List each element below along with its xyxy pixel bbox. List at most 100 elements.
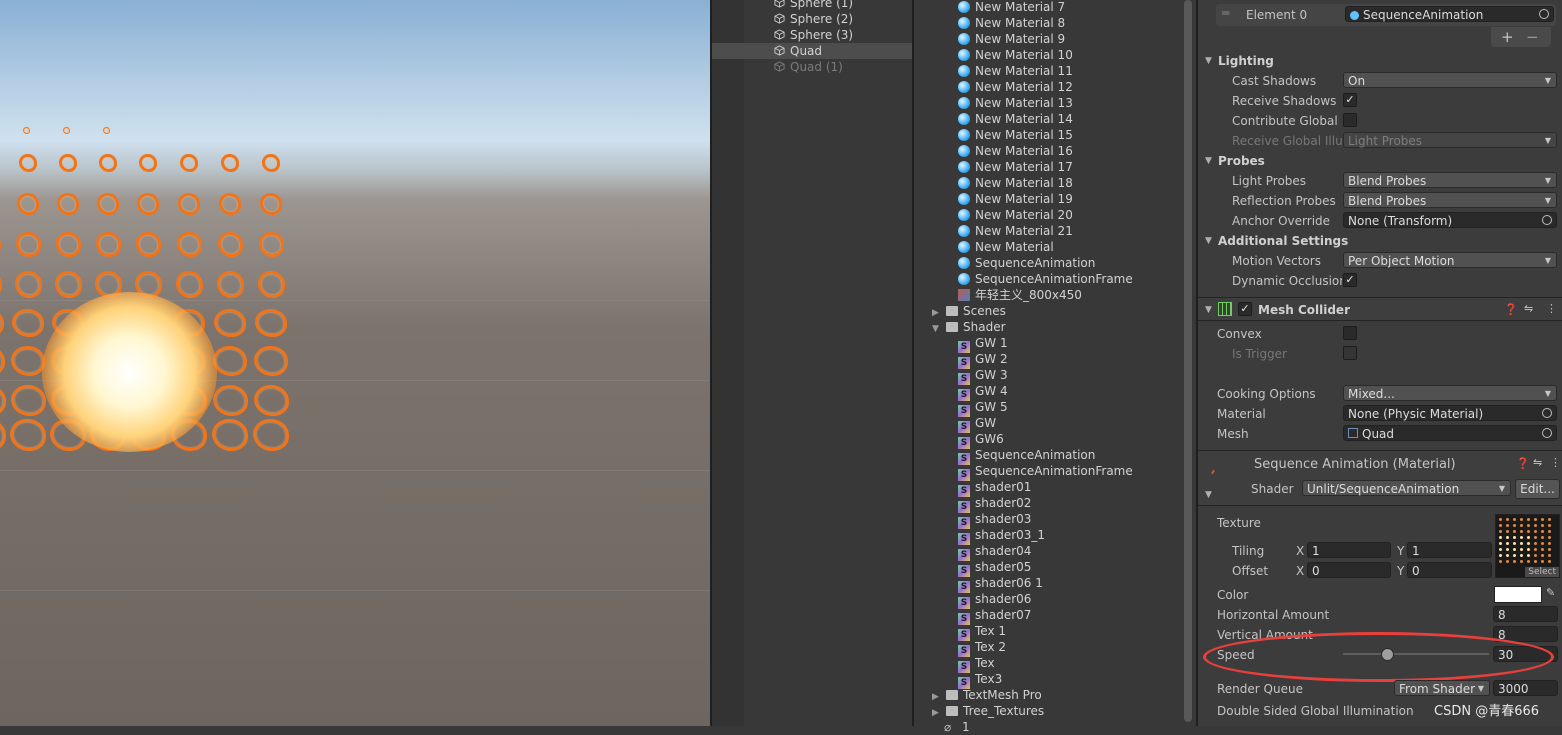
reflection-probes-dropdown[interactable]: Blend Probes ▼ <box>1343 192 1557 208</box>
object-picker-icon[interactable] <box>1542 215 1552 225</box>
scene-view[interactable] <box>0 0 710 726</box>
project-asset[interactable]: S GW 2 <box>958 351 1008 369</box>
receive-shadows-checkbox[interactable]: ✓ <box>1343 93 1357 107</box>
project-folder[interactable]: ▶ Scenes <box>932 303 1006 319</box>
project-asset[interactable]: New Material 15 <box>958 127 1073 143</box>
offset-y-field[interactable]: 0 <box>1407 562 1492 578</box>
project-asset[interactable]: S Tex3 <box>958 671 1002 689</box>
physic-material-field[interactable]: None (Physic Material) <box>1343 405 1557 421</box>
foldout-arrow-icon[interactable]: ▼ <box>1205 490 1212 500</box>
project-folder[interactable]: ▶ TextMesh Pro <box>932 687 1042 703</box>
contribute-gi-checkbox[interactable] <box>1343 113 1357 127</box>
project-asset[interactable]: Sshader02 <box>958 495 1031 513</box>
element-0-field[interactable]: SequenceAnimation <box>1345 6 1554 22</box>
project-asset[interactable]: New Material 17 <box>958 159 1073 175</box>
hierarchy-item[interactable]: Sphere (2) <box>744 11 912 27</box>
hierarchy-item[interactable]: Sphere (3) <box>744 27 912 43</box>
hierarchy-item[interactable]: Quad (1) <box>744 59 912 75</box>
motion-vectors-dropdown[interactable]: Per Object Motion ▼ <box>1343 252 1557 268</box>
project-asset[interactable]: S GW <box>958 415 996 433</box>
project-asset[interactable]: New Material 16 <box>958 143 1073 159</box>
object-picker-icon[interactable] <box>1539 9 1549 19</box>
tiling-y-field[interactable]: 1 <box>1407 542 1492 558</box>
tiling-x-field[interactable]: 1 <box>1307 542 1391 558</box>
texture-select-button[interactable]: Select <box>1525 567 1559 577</box>
project-asset[interactable]: Sshader05 <box>958 559 1031 577</box>
project-asset[interactable]: S Tex <box>958 655 995 673</box>
project-asset[interactable]: Sshader01 <box>958 479 1031 497</box>
project-asset[interactable]: New Material 7 <box>958 0 1065 15</box>
color-swatch[interactable] <box>1494 586 1542 603</box>
project-asset[interactable]: Sshader06 1 <box>958 575 1043 593</box>
hierarchy-item[interactable]: Sphere (1) <box>744 0 912 11</box>
cast-shadows-dropdown[interactable]: On ▼ <box>1343 72 1557 88</box>
anchor-override-field[interactable]: None (Transform) <box>1343 212 1557 228</box>
foldout-arrow-icon[interactable]: ▼ <box>1205 236 1212 246</box>
additional-settings-header[interactable]: Additional Settings <box>1218 234 1348 248</box>
project-asset[interactable]: S Tex 2 <box>958 639 1006 657</box>
is-trigger-checkbox[interactable] <box>1343 346 1357 360</box>
convex-checkbox[interactable] <box>1343 326 1357 340</box>
project-asset[interactable]: Sshader03_1 <box>958 527 1045 545</box>
remove-element-button[interactable]: − <box>1526 28 1539 46</box>
project-asset[interactable]: New Material 9 <box>958 31 1065 47</box>
project-asset[interactable]: Sshader07 <box>958 607 1031 625</box>
project-asset[interactable]: New Material 14 <box>958 111 1073 127</box>
project-folder[interactable]: ▼ Shader <box>932 319 1006 335</box>
project-asset[interactable]: SequenceAnimationFrame <box>958 271 1133 287</box>
mesh-collider-enabled-checkbox[interactable]: ✓ <box>1238 302 1252 316</box>
project-asset[interactable]: New Material 20 <box>958 207 1073 223</box>
more-options-icon[interactable]: ⋮ <box>1546 302 1557 315</box>
project-asset[interactable]: New Material 11 <box>958 63 1073 79</box>
project-asset[interactable]: S GW 3 <box>958 367 1008 385</box>
probes-header[interactable]: Probes <box>1218 154 1265 168</box>
expand-arrow-icon[interactable]: ▶ <box>932 705 942 721</box>
cooking-options-dropdown[interactable]: Mixed... ▼ <box>1343 385 1557 401</box>
mesh-field[interactable]: Quad <box>1343 425 1557 441</box>
offset-x-field[interactable]: 0 <box>1307 562 1391 578</box>
project-asset[interactable]: S GW 4 <box>958 383 1008 401</box>
project-asset[interactable]: New Material 19 <box>958 191 1073 207</box>
project-scrollbar[interactable] <box>1184 0 1192 722</box>
project-asset[interactable]: S GW6 <box>958 431 1004 449</box>
eyedropper-icon[interactable]: ✎ <box>1546 586 1555 599</box>
project-asset[interactable]: ⌀ 1 <box>944 719 970 735</box>
material-title[interactable]: Sequence Animation (Material) <box>1254 457 1456 472</box>
object-picker-icon[interactable] <box>1542 428 1552 438</box>
project-folder[interactable]: ▶ Tree_Textures <box>932 703 1044 719</box>
dynamic-occlusion-checkbox[interactable]: ✓ <box>1343 273 1357 287</box>
render-queue-mode-dropdown[interactable]: From Shader ▼ <box>1394 680 1490 696</box>
object-picker-icon[interactable] <box>1542 408 1552 418</box>
render-queue-field[interactable]: 3000 <box>1493 680 1558 696</box>
project-asset[interactable]: New Material 12 <box>958 79 1073 95</box>
project-asset[interactable]: S SequenceAnimation <box>958 447 1095 465</box>
horizontal-amount-field[interactable]: 8 <box>1493 606 1558 622</box>
help-icon[interactable]: ❓ <box>1516 457 1530 470</box>
project-asset[interactable]: New Material 18 <box>958 175 1073 191</box>
add-element-button[interactable]: + <box>1501 28 1514 46</box>
project-asset[interactable]: SequenceAnimation <box>958 255 1095 271</box>
mesh-collider-title[interactable]: Mesh Collider <box>1258 303 1350 317</box>
foldout-arrow-icon[interactable]: ▼ <box>1205 305 1212 315</box>
light-probes-dropdown[interactable]: Blend Probes ▼ <box>1343 172 1557 188</box>
presets-icon[interactable]: ⇋ <box>1524 302 1533 315</box>
project-asset[interactable]: New Material 10 <box>958 47 1073 63</box>
drag-handle-icon[interactable]: ═ <box>1222 6 1229 20</box>
help-icon[interactable]: ❓ <box>1504 303 1518 316</box>
project-asset[interactable]: New Material 13 <box>958 95 1073 111</box>
collapse-arrow-icon[interactable]: ▼ <box>932 321 942 337</box>
project-asset[interactable]: Sshader03 <box>958 511 1031 529</box>
more-options-icon[interactable]: ⋮ <box>1550 456 1561 469</box>
presets-icon[interactable]: ⇋ <box>1533 456 1542 469</box>
shader-dropdown[interactable]: Unlit/SequenceAnimation ▼ <box>1302 480 1511 496</box>
project-asset[interactable]: S Tex 1 <box>958 623 1006 641</box>
project-asset[interactable]: S SequenceAnimationFrame <box>958 463 1133 481</box>
edit-shader-button[interactable]: Edit... <box>1515 479 1560 499</box>
foldout-arrow-icon[interactable]: ▼ <box>1205 156 1212 166</box>
project-asset[interactable]: 年轻主义_800x450 <box>958 287 1082 303</box>
project-asset[interactable]: Sshader06 <box>958 591 1031 609</box>
receive-gi-dropdown[interactable]: Light Probes ▼ <box>1343 132 1557 148</box>
texture-thumbnail[interactable]: Select <box>1495 514 1560 578</box>
lighting-header[interactable]: Lighting <box>1218 54 1274 68</box>
project-asset[interactable]: New Material 21 <box>958 223 1073 239</box>
